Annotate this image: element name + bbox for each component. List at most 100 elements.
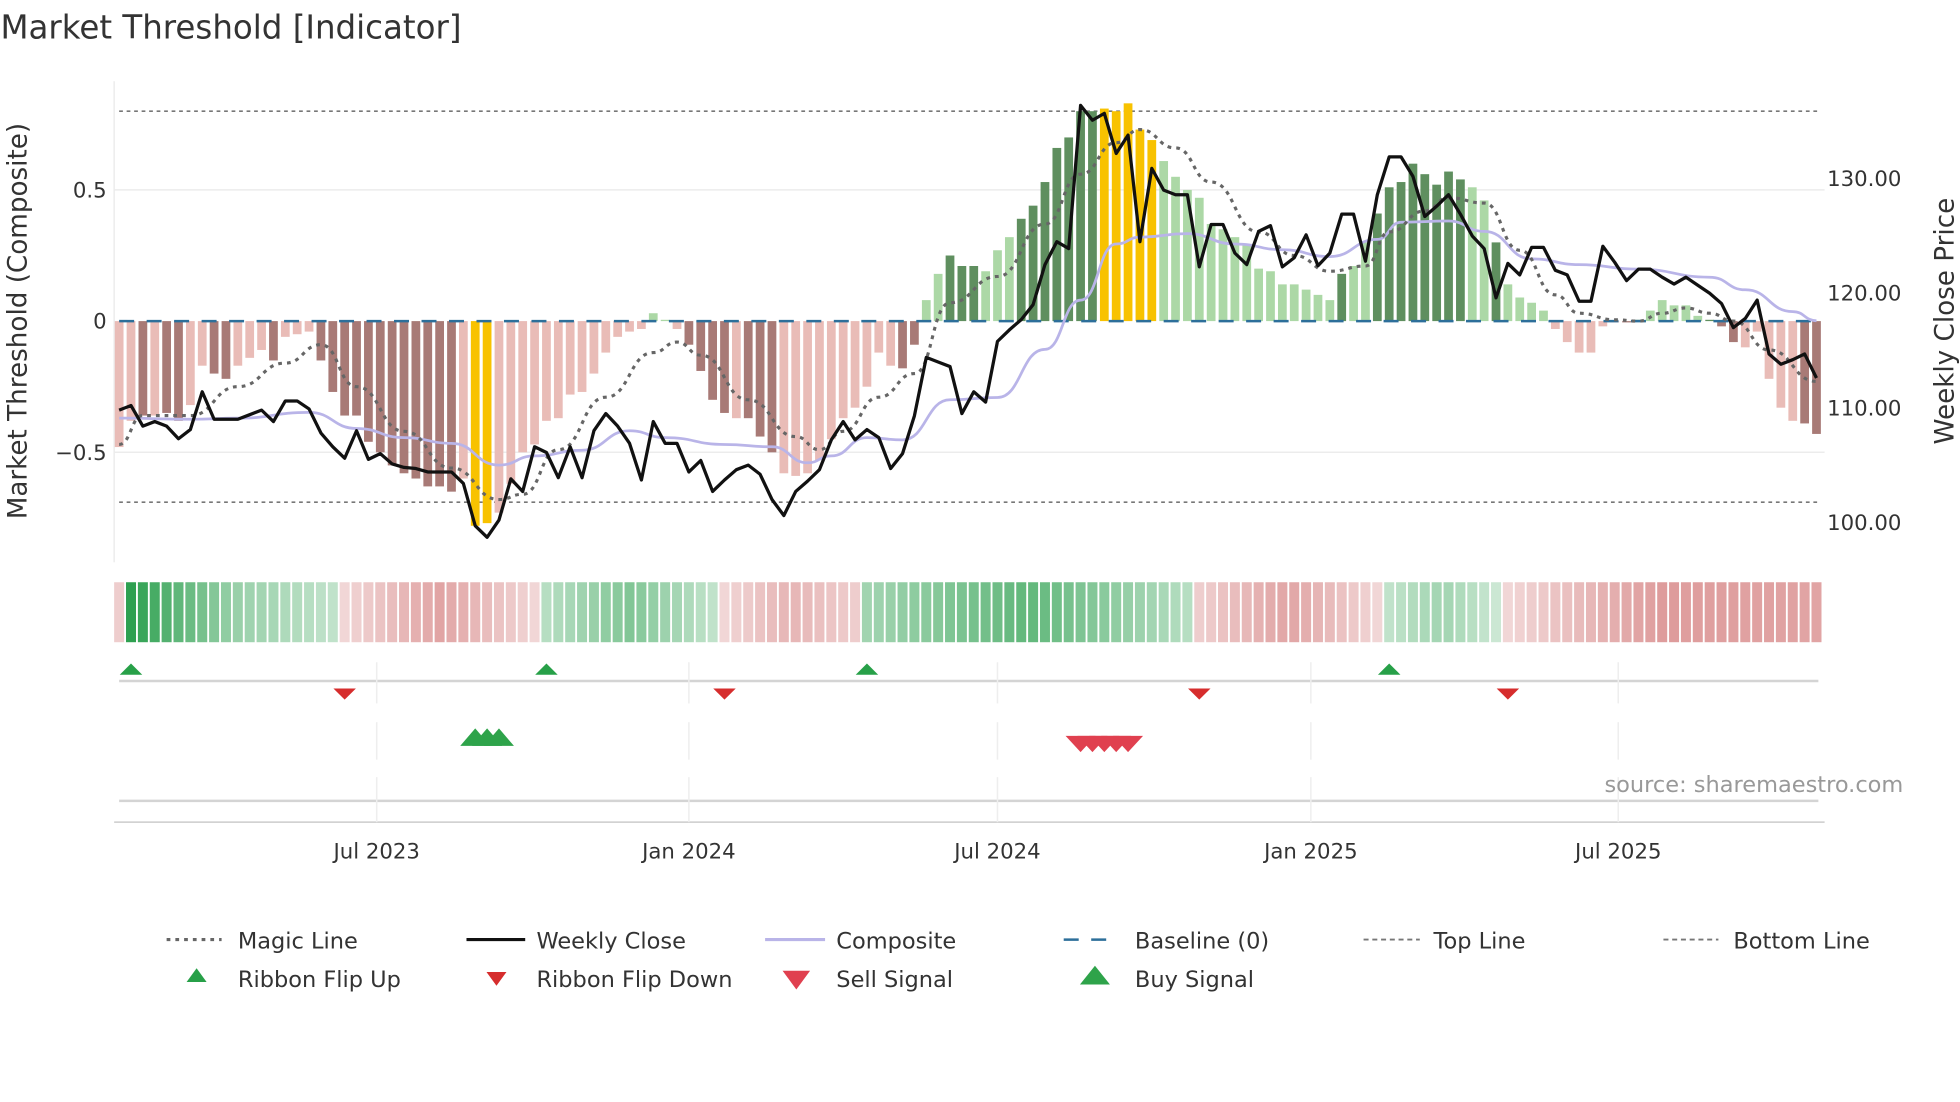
ribbon-flip-up-icon (1377, 663, 1401, 675)
triangle-up-icon (1079, 965, 1110, 985)
composite-bar (1016, 218, 1026, 322)
composite-bar (1705, 319, 1715, 322)
composite-bar (815, 321, 824, 461)
ribbon-cell (327, 582, 338, 643)
ribbon-cell (802, 582, 813, 643)
composite-bar (1171, 176, 1180, 322)
ribbon-cell (873, 582, 884, 643)
composite-bar (1040, 182, 1050, 322)
composite-bar (1752, 321, 1762, 332)
right-tick-label: 110.00 (1827, 396, 1901, 421)
ribbon-cell (945, 582, 956, 643)
ribbon-cell (1633, 582, 1644, 643)
ribbon-cell (292, 582, 303, 643)
ribbon-cell (304, 582, 315, 643)
composite-bar (185, 321, 195, 406)
ribbon-cell (470, 582, 481, 643)
legend-sell: Sell Signal (836, 967, 953, 993)
legend: Magic Line Weekly Close Composite Baseli… (166, 928, 1870, 993)
ribbon-cell (565, 582, 576, 643)
composite-bar (292, 321, 302, 335)
ribbon-cell (1467, 582, 1478, 643)
ribbon-cell (232, 582, 243, 643)
x-tick-label: Jul 2024 (952, 839, 1040, 864)
composite-bar (1313, 294, 1323, 322)
ribbon-cell (1218, 582, 1229, 643)
composite-bar (838, 321, 848, 419)
ribbon-cell (114, 582, 125, 643)
composite-bar (945, 255, 955, 322)
left-tick-label: 0 (93, 310, 107, 335)
magic-line (118, 128, 1817, 502)
ribbon-cell (1111, 582, 1122, 643)
ribbon-cell (149, 582, 160, 643)
composite-bar (1301, 289, 1311, 322)
composite-bar (1574, 321, 1584, 353)
composite-bar (803, 321, 812, 474)
ribbon-cell (244, 582, 255, 643)
ribbon-cell (137, 582, 148, 643)
x-tick-label: Jan 2024 (640, 839, 736, 864)
ribbon-cell (1550, 582, 1561, 643)
composite-bar (387, 321, 397, 466)
ribbon-cell (743, 582, 754, 643)
ribbon-cell (1063, 582, 1074, 643)
legend-baseline: Baseline (0) (1135, 928, 1269, 954)
composite-bar (1539, 310, 1548, 322)
composite-bar (577, 321, 587, 392)
composite-bar (364, 321, 373, 442)
composite-bar (957, 266, 967, 322)
legend-magic: Magic Line (238, 928, 358, 954)
composite-bar (138, 321, 148, 416)
composite-bar (1289, 284, 1299, 322)
right-axis-title: Weekly Close Price (1930, 198, 1960, 445)
ribbon-flip-up-icon (535, 663, 558, 675)
ribbon-cell (909, 582, 920, 643)
composite-bar (1503, 284, 1513, 322)
ribbon-cell (1253, 582, 1264, 643)
legend-flip-down: Ribbon Flip Down (536, 967, 732, 993)
ribbon-cell (612, 582, 623, 643)
composite-bar (1325, 300, 1335, 322)
ribbon-cell (553, 582, 564, 643)
left-axis-title: Market Threshold (Composite) (4, 123, 34, 519)
ribbon-cell (1574, 582, 1585, 643)
composite-bar (826, 321, 836, 440)
right-tick-label: 100.00 (1827, 511, 1901, 536)
ribbon-cell (1704, 582, 1715, 643)
ribbon-cell (850, 582, 861, 643)
composite-bar (114, 321, 124, 448)
composite-bar (423, 321, 433, 487)
ribbon-cell (921, 582, 932, 643)
composite-bar (731, 321, 741, 419)
ribbon-cell (482, 582, 493, 643)
ribbon-cell (387, 582, 398, 643)
composite-bar (720, 321, 729, 413)
ribbon-cell (1621, 582, 1632, 643)
ribbon-cell (1158, 582, 1169, 643)
ribbon-flip-up-icon (855, 663, 879, 675)
ribbon-cell (197, 582, 208, 643)
ribbon-cell (399, 582, 410, 643)
ribbon-cell (814, 582, 825, 643)
ribbon-cell (256, 582, 267, 643)
composite-bar (518, 321, 528, 453)
ribbon-cell (660, 582, 671, 643)
ribbon-cell (861, 582, 872, 643)
ribbon-cell (363, 582, 374, 643)
ribbon-cell (1526, 582, 1537, 643)
composite-bar (221, 321, 231, 379)
ribbon-cell (1384, 582, 1395, 643)
ribbon-cell (577, 582, 588, 643)
composite-bar (625, 321, 634, 332)
composite-bar (791, 321, 801, 476)
composite-bar (708, 321, 717, 400)
ribbon-cell (1740, 582, 1751, 643)
ribbon-cell (1301, 582, 1312, 643)
ribbon-cell (315, 582, 326, 643)
composite-bar (233, 321, 243, 366)
composite-bar (174, 321, 183, 421)
ribbon-cell (375, 582, 386, 643)
ribbon-cell (1123, 582, 1134, 643)
legend-top: Top Line (1433, 928, 1526, 954)
